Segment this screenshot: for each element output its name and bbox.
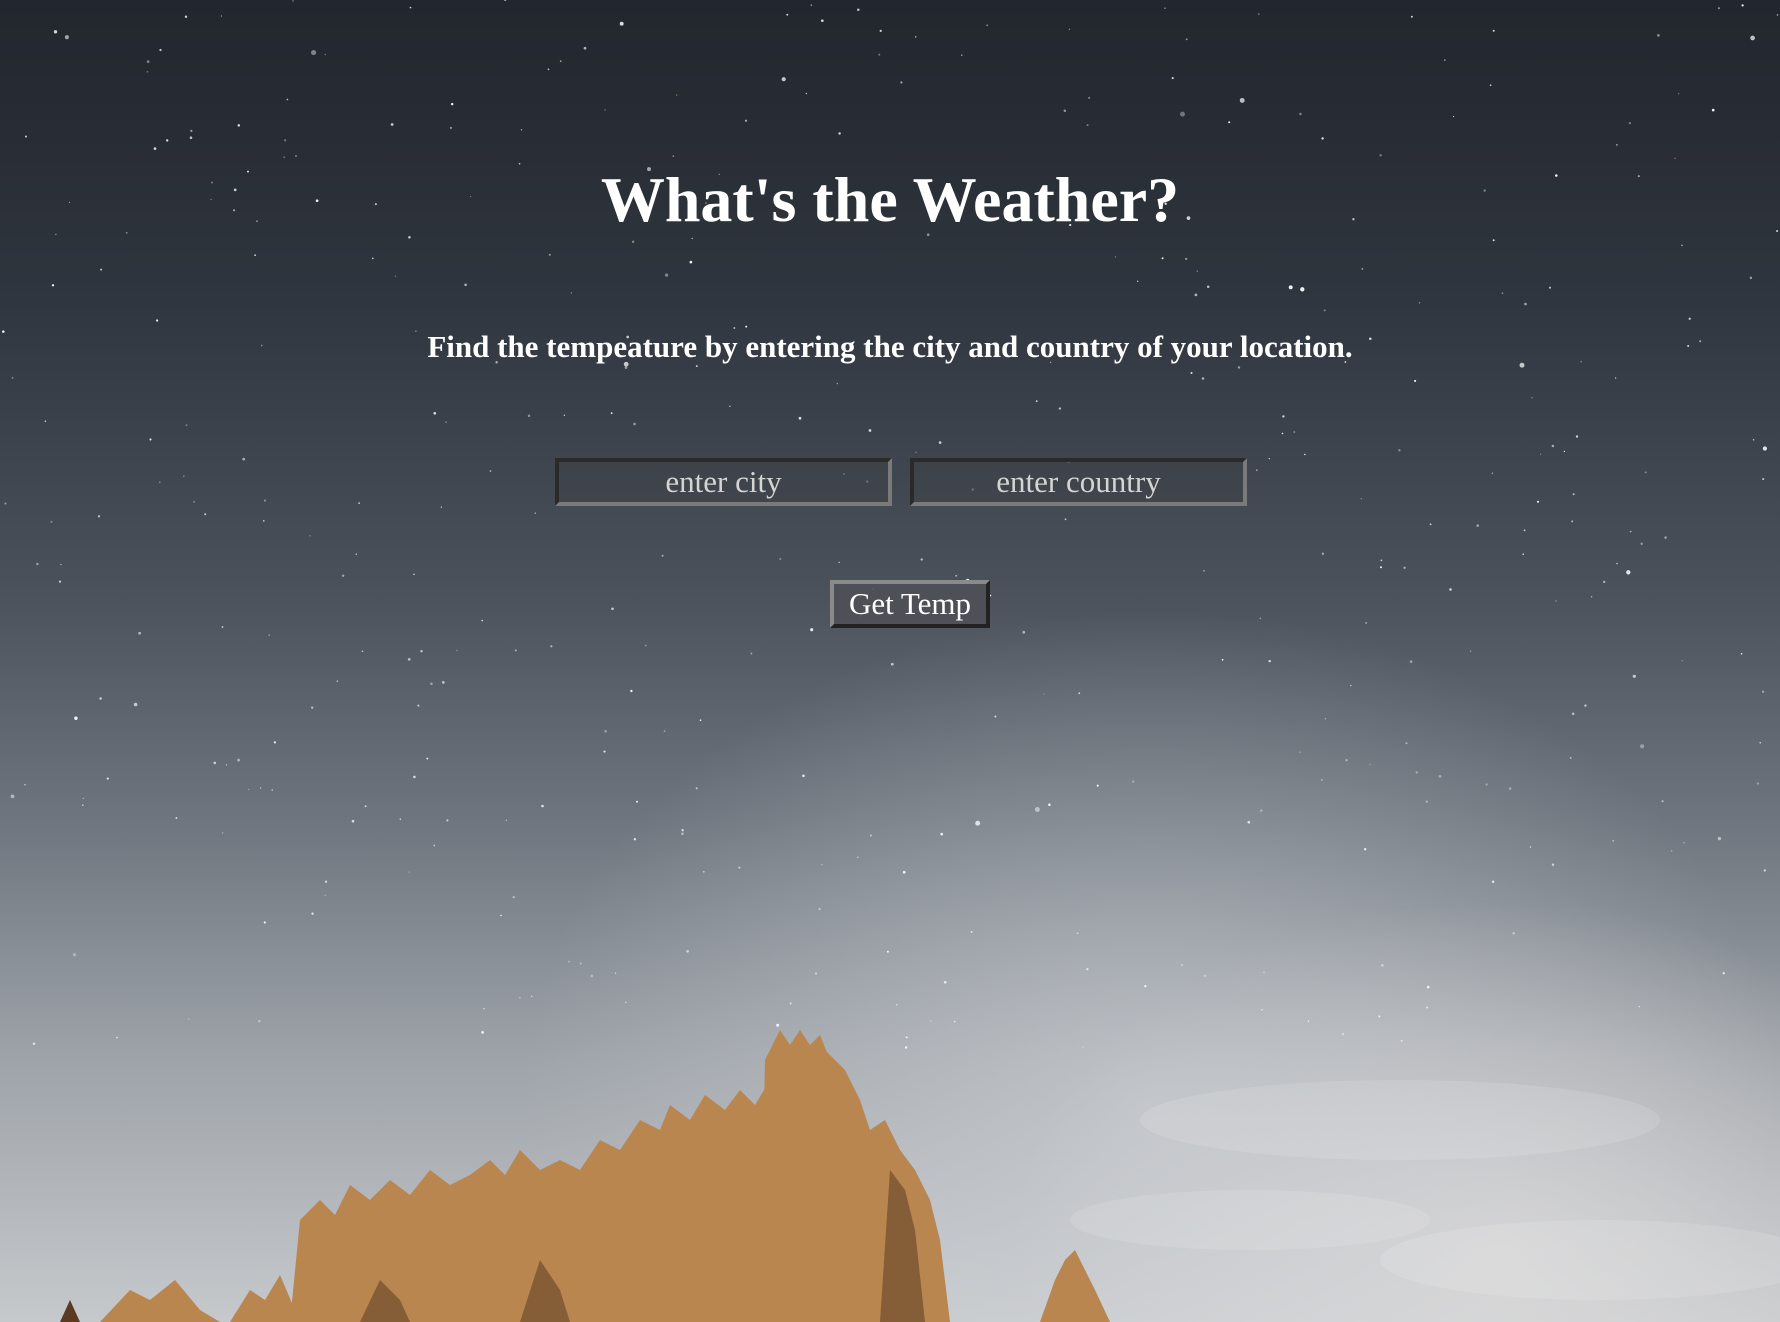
get-temp-button[interactable]: Get Temp: [830, 580, 990, 628]
page-subtitle: Find the tempeature by entering the city…: [427, 329, 1353, 364]
city-input[interactable]: [555, 458, 892, 506]
page-title: What's the Weather?: [600, 164, 1180, 235]
country-input[interactable]: [910, 458, 1247, 506]
weather-app: What's the Weather? Find the tempeature …: [0, 0, 1780, 1322]
